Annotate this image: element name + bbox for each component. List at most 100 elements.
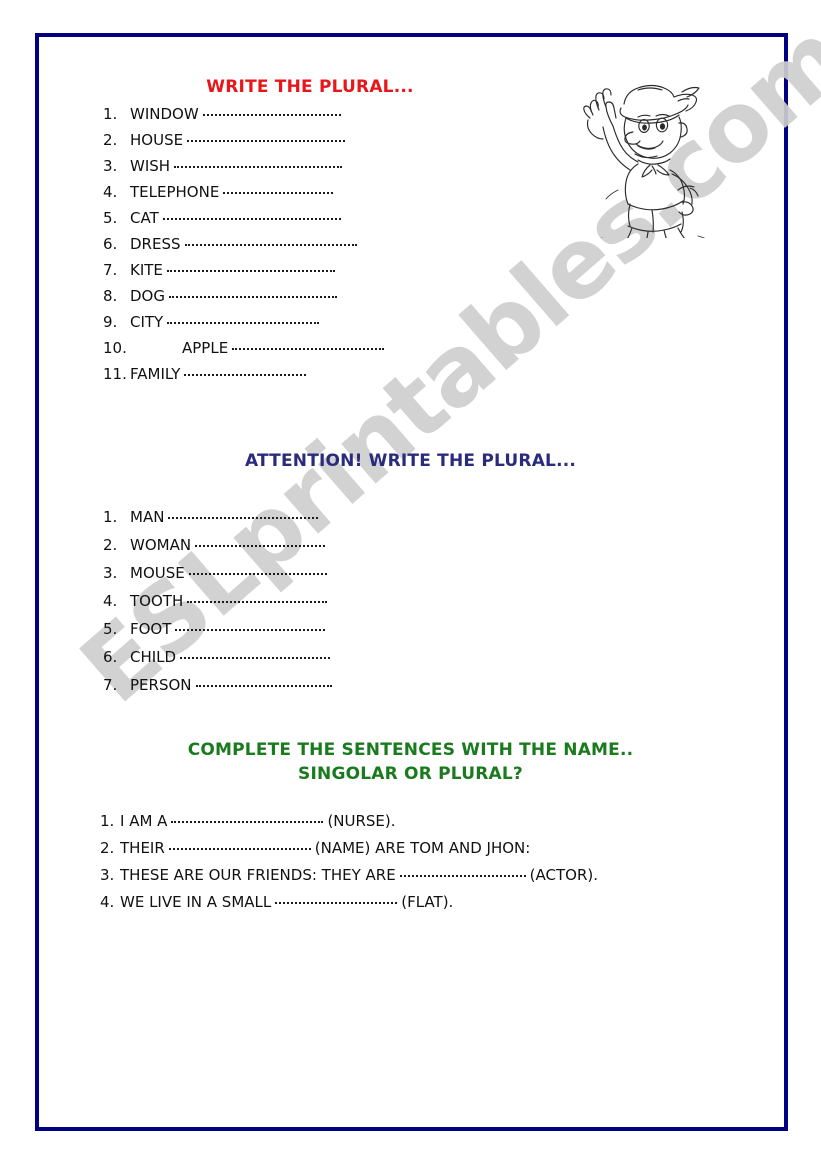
section-1-heading: WRITE THE PLURAL... [206,77,414,97]
exercise-number: 5. [103,209,118,227]
exercise-number: 9. [103,313,118,331]
exercise-item: 1. I AM A (NURSE). [100,812,598,839]
exercise-number: 2. [103,536,118,554]
worksheet-page: ESLprintables.com WRITE THE PLURAL... 1.… [0,0,821,1169]
exercise-prompt: CAT [130,209,159,227]
exercise-prompt: MAN [130,508,165,526]
exercise-number: 6. [103,235,118,253]
plural-list-irregular: 1. MAN 2. WOMAN 3. MOUSE 4. TOOTH 5. FOOT 6. CHILD 7… [103,508,336,704]
exercise-item: 4. TOOTH [103,592,336,620]
answer-blank[interactable] [232,348,385,350]
answer-blank[interactable] [174,166,343,168]
exercise-item: 10. APPLE [103,339,388,365]
answer-blank[interactable] [223,192,334,194]
exercise-prompt: FOOT [130,620,172,638]
answer-blank[interactable] [184,244,357,246]
sentence-completion-list: 1. I AM A (NURSE). 2. THEIR (NAME) ARE TOM AN… [100,812,598,920]
exercise-item: 2. WOMAN [103,536,336,564]
answer-blank[interactable] [399,875,526,877]
answer-blank[interactable] [187,601,328,603]
exercise-number: 3. [103,564,118,582]
exercise-number: 6. [103,648,118,666]
exercise-prompt: APPLE [182,339,229,357]
exercise-number: 2. [103,131,118,149]
exercise-item: 6. CHILD [103,648,336,676]
exercise-prompt: I AM A [120,812,168,830]
exercise-number: 4. [100,893,115,911]
worksheet-content: WRITE THE PLURAL... 1. WINDOW 2. HOUSE 3. WIS… [0,0,821,1169]
exercise-prompt: TELEPHONE [130,183,220,201]
answer-blank[interactable] [180,657,331,659]
exercise-prompt: HOUSE [130,131,184,149]
exercise-number: 2. [100,839,115,857]
answer-blank[interactable] [166,270,335,272]
exercise-number: 1. [103,105,118,123]
exercise-prompt: WINDOW [130,105,199,123]
section-3-heading: COMPLETE THE SENTENCES WITH THE NAME.. S… [0,738,821,786]
exercise-item: 1. WINDOW [103,105,388,131]
exercise-number: 10. [103,339,127,357]
exercise-number: 4. [103,183,118,201]
answer-blank[interactable] [168,517,319,519]
exercise-item: 6. DRESS [103,235,388,261]
answer-blank[interactable] [188,573,327,575]
exercise-hint: (NURSE). [327,812,396,830]
exercise-prompt: DOG [130,287,165,305]
answer-blank[interactable] [171,821,324,823]
exercise-prompt: CITY [130,313,164,331]
exercise-number: 3. [100,866,115,884]
exercise-item: 9. CITY [103,313,388,339]
exercise-number: 1. [100,812,115,830]
exercise-prompt: MOUSE [130,564,185,582]
exercise-number: 7. [103,261,118,279]
answer-blank[interactable] [195,685,332,687]
exercise-hint: (NAME) ARE TOM AND JHON: [314,839,531,857]
exercise-prompt: CHILD [130,648,177,666]
answer-blank[interactable] [187,140,346,142]
exercise-number: 5. [103,620,118,638]
exercise-item: 2. HOUSE [103,131,388,157]
answer-blank[interactable] [184,374,307,376]
exercise-number: 1. [103,508,118,526]
exercise-item: 8. DOG [103,287,388,313]
plural-list-regular: 1. WINDOW 2. HOUSE 3. WISH 4. TELEPHONE 5. CAT 6. D… [103,105,388,391]
exercise-item: 1. MAN [103,508,336,536]
exercise-item: 5. CAT [103,209,388,235]
exercise-prompt: WOMAN [130,536,192,554]
exercise-prompt: THESE ARE OUR FRIENDS: THEY ARE [120,866,396,884]
exercise-number: 4. [103,592,118,610]
exercise-item: 3. WISH [103,157,388,183]
exercise-hint: (ACTOR). [529,866,599,884]
exercise-item: 7. KITE [103,261,388,287]
exercise-number: 11. [103,365,127,383]
exercise-prompt: WE LIVE IN A SMALL [120,893,272,911]
exercise-item: 2. THEIR (NAME) ARE TOM AND JHON: [100,839,598,866]
exercise-item: 11. FAMILY [103,365,388,391]
exercise-prompt: DRESS [130,235,181,253]
exercise-item: 4. WE LIVE IN A SMALL (FLAT). [100,893,598,920]
answer-blank[interactable] [162,218,341,220]
exercise-number: 8. [103,287,118,305]
exercise-item: 7. PERSON [103,676,336,704]
exercise-prompt: WISH [130,157,171,175]
exercise-item: 3. THESE ARE OUR FRIENDS: THEY ARE (ACTOR)… [100,866,598,893]
exercise-number: 7. [103,676,118,694]
exercise-prompt: TOOTH [130,592,184,610]
exercise-item: 3. MOUSE [103,564,336,592]
exercise-item: 5. FOOT [103,620,336,648]
answer-blank[interactable] [195,545,326,547]
exercise-number: 3. [103,157,118,175]
exercise-prompt: FAMILY [130,365,181,383]
answer-blank[interactable] [167,322,320,324]
section-3-heading-line-2: SINGOLAR OR PLURAL? [298,764,523,784]
answer-blank[interactable] [175,629,326,631]
exercise-prompt: KITE [130,261,163,279]
answer-blank[interactable] [168,848,311,850]
section-3-heading-line-1: COMPLETE THE SENTENCES WITH THE NAME.. [187,740,634,760]
answer-blank[interactable] [202,114,341,116]
answer-blank[interactable] [168,296,337,298]
exercise-item: 4. TELEPHONE [103,183,388,209]
section-2-heading: ATTENTION! WRITE THE PLURAL... [244,451,577,471]
answer-blank[interactable] [275,902,398,904]
exercise-prompt: THEIR [120,839,165,857]
